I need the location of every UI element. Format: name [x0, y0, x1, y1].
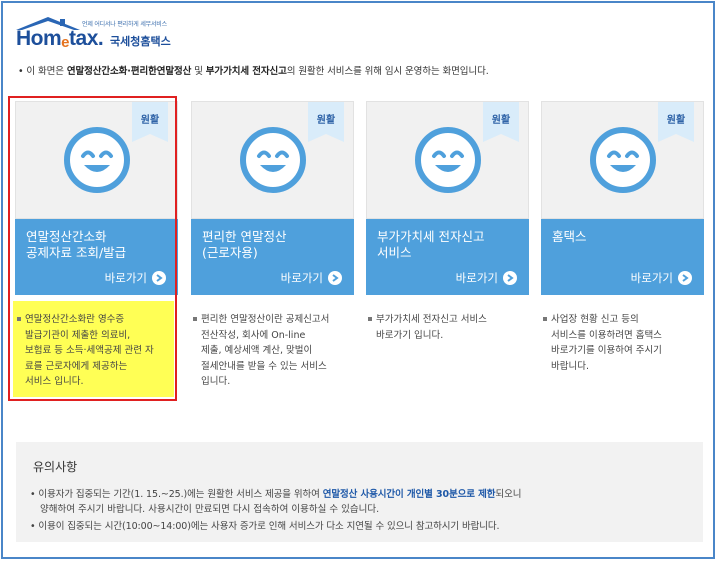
card-status-panel: 원활: [191, 101, 354, 219]
card-description: 사업장 현황 신고 등의 서비스를 이용하려면 홈택스 바로가기를 이용하여 주…: [551, 314, 662, 372]
card-status-panel: 원활: [366, 101, 529, 219]
bullet-icon: [543, 317, 547, 321]
chevron-right-icon: [328, 271, 342, 285]
card-description: 부가가치세 전자신고 서비스 바로가기 입니다.: [376, 314, 487, 341]
go-button[interactable]: 바로가기: [631, 270, 692, 286]
card-description: 편리한 연말정산이란 공제신고서 전산작성, 회사에 On-line 제출, 예…: [201, 314, 330, 387]
caution-line-1-cont: 양해하여 주시기 바랍니다. 사용시간이 만료되면 다시 접속하여 이용하실 수…: [40, 504, 380, 515]
smiley-face-icon: [590, 127, 656, 193]
card-title: 편리한 연말정산 (근로자용): [202, 229, 287, 260]
status-badge: 원활: [483, 102, 519, 142]
bullet-icon: [193, 317, 197, 321]
card-link-panel[interactable]: 부가가치세 전자신고 서비스 바로가기: [366, 219, 529, 295]
selection-highlight-box: [8, 96, 177, 401]
logo-brand: Hometax.: [16, 27, 104, 51]
card-vat-efiling: 원활 부가가치세 전자신고 서비스 바로가기 부가가치세 전자신고 서비스 바로…: [366, 101, 529, 341]
card-title: 홈택스: [552, 229, 587, 244]
status-badge: 원활: [308, 102, 344, 142]
status-badge: 원활: [658, 102, 694, 142]
chevron-right-icon: [678, 271, 692, 285]
card-link-panel[interactable]: 편리한 연말정산 (근로자용) 바로가기: [191, 219, 354, 295]
card-hometax: 원활 홈택스 바로가기 사업장 현황 신고 등의 서비스를 이용하려면 홈택스 …: [541, 101, 704, 372]
smiley-face-icon: [240, 127, 306, 193]
caution-line-1: • 이용자가 집중되는 기간(1. 15.~25.)에는 원활한 서비스 제공을…: [30, 489, 522, 500]
go-button[interactable]: 바로가기: [281, 270, 342, 286]
go-button[interactable]: 바로가기: [456, 270, 517, 286]
card-link-panel[interactable]: 홈택스 바로가기: [541, 219, 704, 295]
card-status-panel: 원활: [541, 101, 704, 219]
smiley-face-icon: [415, 127, 481, 193]
caution-title: 유의사항: [33, 460, 78, 474]
bullet-icon: [368, 317, 372, 321]
chevron-right-icon: [503, 271, 517, 285]
hometax-logo[interactable]: 언제 어디서나 편리하게 세무서비스 Hometax. 국세청홈택스: [14, 16, 171, 51]
card-easy-yearend: 원활 편리한 연말정산 (근로자용) 바로가기 편리한 연말정산이란 공제신고서…: [191, 101, 354, 387]
caution-section: 유의사항 • 이용자가 집중되는 기간(1. 15.~25.)에는 원활한 서비…: [16, 442, 703, 542]
caution-line-2: • 이용이 집중되는 시간(10:00~14:00)에는 사용자 증가로 인해 …: [30, 521, 500, 532]
notice-text: • 이 화면은 연말정산간소화·편리한연말정산 및 부가가치세 전자신고의 원활…: [18, 66, 489, 77]
card-title: 부가가치세 전자신고 서비스: [377, 229, 485, 260]
logo-brand-korean: 국세청홈택스: [110, 35, 171, 48]
